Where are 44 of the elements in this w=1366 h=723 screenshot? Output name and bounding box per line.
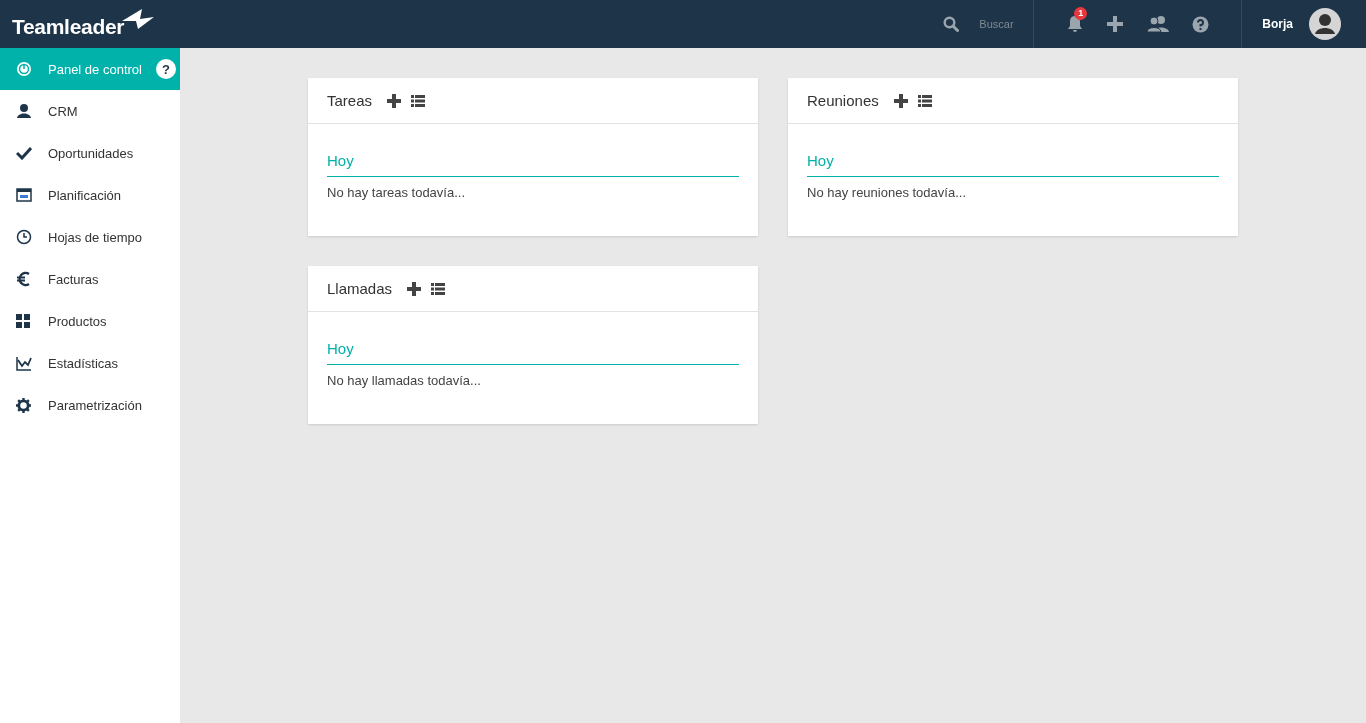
plus-icon[interactable]: [893, 93, 908, 108]
list-icon[interactable]: [411, 94, 426, 107]
bell-icon[interactable]: [1066, 15, 1085, 33]
avatar-icon[interactable]: [1309, 8, 1341, 40]
search-field[interactable]: Buscar: [977, 17, 1024, 31]
euro-icon: [16, 271, 30, 287]
search-icon[interactable]: [943, 16, 960, 32]
user-name[interactable]: Borja: [1262, 17, 1293, 31]
grid-icon: [16, 314, 30, 328]
plus-icon[interactable]: [387, 93, 402, 108]
person-icon: [16, 103, 32, 119]
empty-message: No hay reuniones todavía...: [807, 185, 967, 200]
help-icon[interactable]: [1192, 15, 1210, 33]
checkmark-icon: [16, 146, 32, 160]
empty-message: No hay tareas todavía...: [327, 185, 467, 200]
sidebar-item[interactable]: Hojas de tiempo: [0, 216, 180, 258]
section-heading: Hoy: [807, 152, 1219, 177]
sidebar-item[interactable]: CRM: [0, 90, 180, 132]
gauge-icon: [16, 61, 32, 77]
sidebar-item[interactable]: Oportunidades: [0, 132, 180, 174]
plus-icon[interactable]: [1106, 15, 1125, 33]
help-badge[interactable]: ?: [156, 59, 176, 79]
widget-title: Reuniones: [807, 92, 879, 109]
plus-icon[interactable]: [407, 281, 422, 296]
sidebar-item[interactable]: Facturas: [0, 258, 180, 300]
list-icon[interactable]: [431, 282, 446, 295]
sidebar-item[interactable]: Planificación: [0, 174, 180, 216]
calendar-icon: [16, 188, 32, 202]
list-icon[interactable]: [917, 94, 932, 107]
settings-icon: [16, 397, 31, 413]
notification-badge: 1: [1074, 7, 1088, 20]
people-icon[interactable]: [1146, 15, 1171, 33]
sidebar-item[interactable]: Productos: [0, 300, 180, 342]
sidebar-item[interactable]: Panel de control ?: [0, 48, 180, 90]
line-chart-icon: [16, 355, 32, 371]
logo-text[interactable]: Teamleader: [12, 15, 125, 39]
widget-title: Tareas: [327, 92, 373, 109]
section-heading: Hoy: [327, 152, 739, 177]
section-heading: Hoy: [327, 340, 739, 365]
sidebar-item[interactable]: Parametrización: [0, 384, 180, 426]
sidebar-item[interactable]: Estadísticas: [0, 342, 180, 384]
widget-title: Llamadas: [327, 280, 393, 297]
empty-message: No hay llamadas todavía...: [327, 373, 482, 388]
clock-icon: [16, 229, 32, 245]
